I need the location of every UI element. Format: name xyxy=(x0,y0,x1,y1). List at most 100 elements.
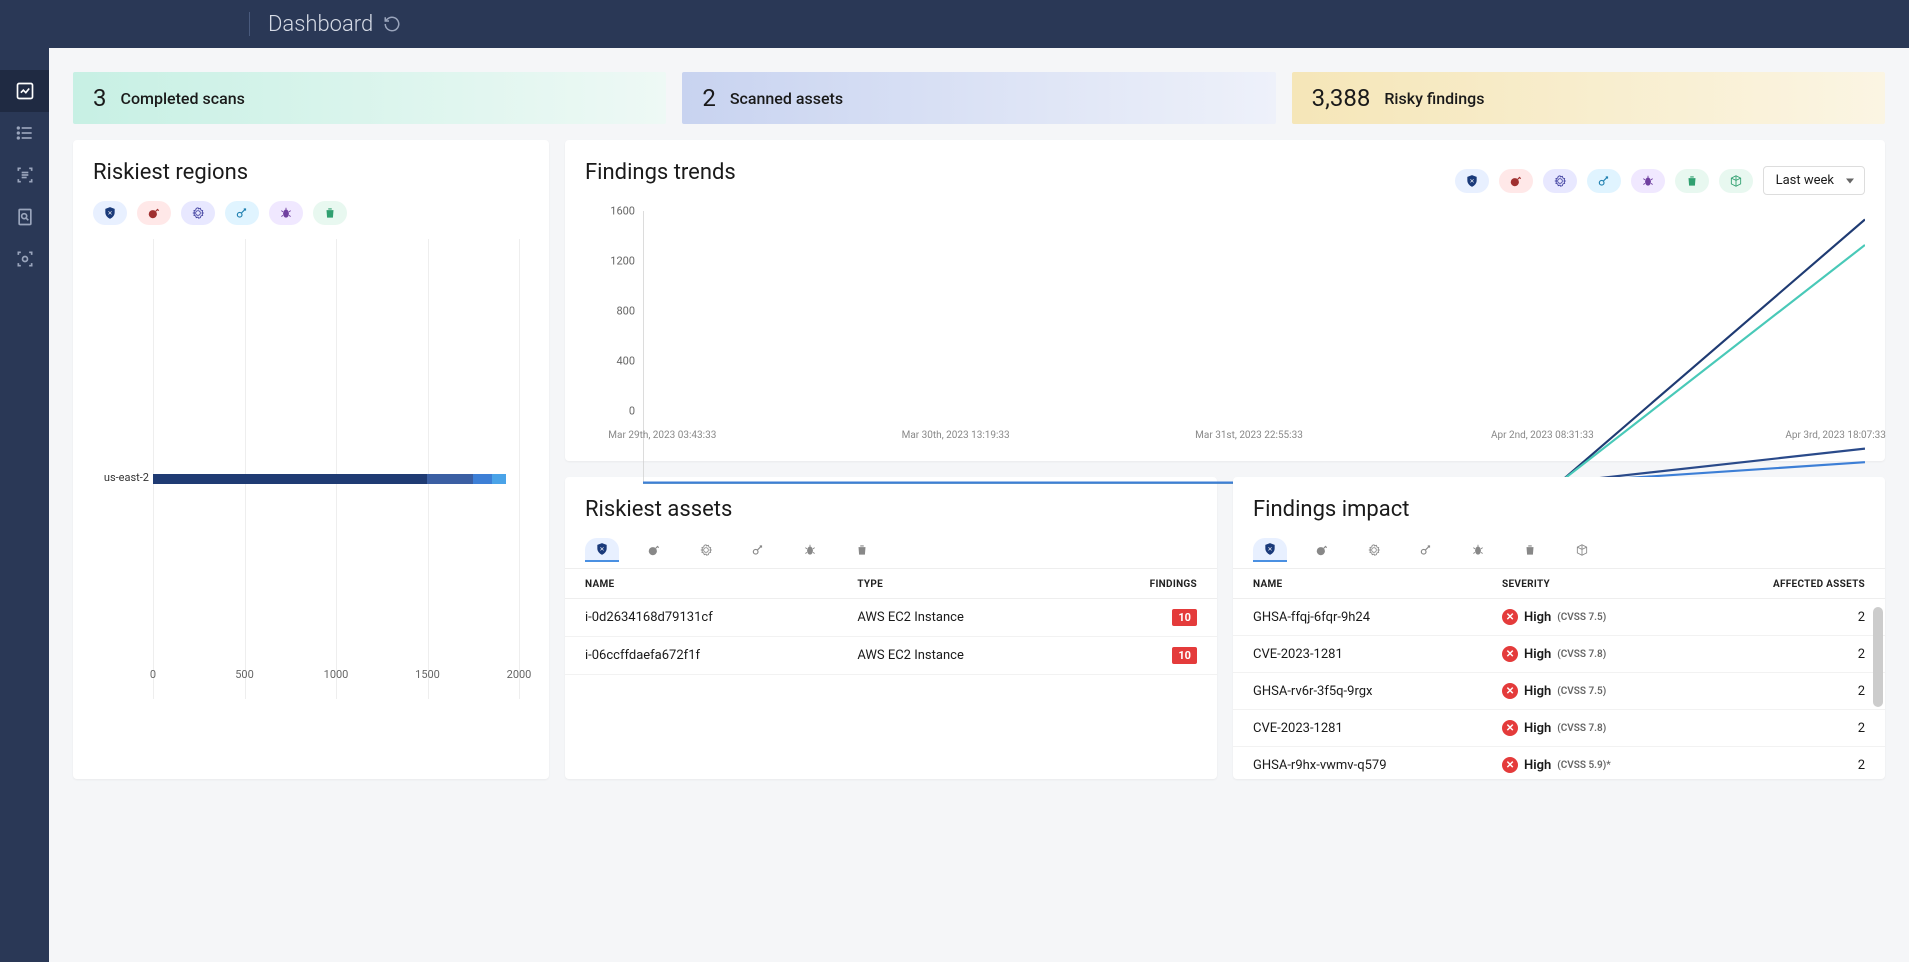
trash-icon[interactable] xyxy=(1513,538,1547,562)
region-filter-row: ✕ xyxy=(93,201,529,225)
stat-label: Completed scans xyxy=(121,89,245,108)
severity-icon: ✕ xyxy=(1502,720,1518,736)
table-header: SEVERITY xyxy=(1482,569,1695,599)
key-icon[interactable] xyxy=(225,201,259,225)
finding-name: GHSA-ffqj-6fqr-9h24 xyxy=(1233,599,1482,636)
panel-title: Findings impact xyxy=(1233,497,1885,522)
gear-icon[interactable] xyxy=(181,201,215,225)
trash-icon[interactable] xyxy=(845,538,879,562)
table-row[interactable]: GHSA-ffqj-6fqr-9h24✕High (CVSS 7.5)2 xyxy=(1233,599,1885,636)
finding-name: GHSA-r9hx-vwmv-q579 xyxy=(1233,747,1482,780)
panel-title: Riskiest regions xyxy=(93,160,529,185)
panel-findings-impact: Findings impact ✕ NAMESEVERITYAFFECTED A… xyxy=(1233,477,1885,779)
panel-riskiest-regions: Riskiest regions ✕ 0500100015002000us-ea… xyxy=(73,140,549,779)
bomb-icon[interactable] xyxy=(1499,169,1533,193)
asset-type: AWS EC2 Instance xyxy=(837,637,1075,675)
refresh-icon[interactable] xyxy=(383,15,401,33)
key-icon[interactable] xyxy=(741,538,775,562)
shield-icon[interactable]: ✕ xyxy=(585,538,619,562)
stat-risky-findings[interactable]: 3,388 Risky findings xyxy=(1292,72,1885,124)
table-header: NAME xyxy=(1233,569,1482,599)
trash-icon[interactable] xyxy=(313,201,347,225)
asset-type: AWS EC2 Instance xyxy=(837,599,1075,637)
cube-icon[interactable] xyxy=(1719,169,1753,193)
assets-table: NAMETYPEFINDINGS i-0d2634168d79131cfAWS … xyxy=(565,569,1217,675)
x-axis-tick: 1500 xyxy=(415,668,440,681)
affected-assets: 2 xyxy=(1695,673,1885,710)
gear-icon[interactable] xyxy=(1357,538,1391,562)
table-header: NAME xyxy=(565,569,837,599)
sidebar-item-search-doc[interactable] xyxy=(0,196,49,238)
sidebar-item-scan[interactable] xyxy=(0,238,49,280)
gear-icon[interactable] xyxy=(689,538,723,562)
finding-name: CVE-2023-1281 xyxy=(1233,710,1482,747)
shield-icon[interactable]: ✕ xyxy=(1253,538,1287,562)
stat-value: 2 xyxy=(702,84,716,112)
panel-findings-trends: Findings trends ✕ Last week 040080012001… xyxy=(565,140,1885,461)
y-axis-tick: 0 xyxy=(585,405,635,418)
region-bar[interactable] xyxy=(153,474,506,484)
affected-assets: 2 xyxy=(1695,599,1885,636)
severity-icon: ✕ xyxy=(1502,683,1518,699)
page-title: Dashboard xyxy=(268,12,373,37)
stat-label: Risky findings xyxy=(1384,89,1484,108)
topbar-divider xyxy=(249,12,250,36)
y-axis-tick: 400 xyxy=(585,355,635,368)
trends-chart: 040080012001600 Mar 29th, 2023 03:43:33M… xyxy=(585,211,1865,441)
sidebar-item-dashboard[interactable] xyxy=(0,70,49,112)
table-row[interactable]: i-06ccffdaefa672f1fAWS EC2 Instance10 xyxy=(565,637,1217,675)
finding-severity: ✕High (CVSS 5.9)* xyxy=(1482,747,1695,780)
sidebar-item-target[interactable] xyxy=(0,154,49,196)
gear-icon[interactable] xyxy=(1543,169,1577,193)
table-row[interactable]: CVE-2023-1281✕High (CVSS 7.8)2 xyxy=(1233,636,1885,673)
bug-icon[interactable] xyxy=(1461,538,1495,562)
stat-value: 3 xyxy=(93,84,107,112)
x-axis-tick: Mar 29th, 2023 03:43:33 xyxy=(608,430,716,441)
table-row[interactable]: GHSA-r9hx-vwmv-q579✕High (CVSS 5.9)*2 xyxy=(1233,747,1885,780)
regions-chart: 0500100015002000us-east-2 xyxy=(93,239,529,739)
x-axis-tick: Mar 30th, 2023 13:19:33 xyxy=(902,430,1010,441)
x-axis-tick: Apr 3rd, 2023 18:07:33 xyxy=(1785,430,1886,441)
table-row[interactable]: GHSA-rv6r-3f5q-9rgx✕High (CVSS 7.5)2 xyxy=(1233,673,1885,710)
stat-scanned-assets[interactable]: 2 Scanned assets xyxy=(682,72,1275,124)
x-axis-tick: 2000 xyxy=(507,668,532,681)
panel-title: Findings trends xyxy=(585,160,736,185)
shield-icon[interactable]: ✕ xyxy=(1455,169,1489,193)
cube-icon[interactable] xyxy=(1565,538,1599,562)
svg-text:✕: ✕ xyxy=(1469,178,1474,184)
bug-icon[interactable] xyxy=(269,201,303,225)
affected-assets: 2 xyxy=(1695,747,1885,780)
stat-completed-scans[interactable]: 3 Completed scans xyxy=(73,72,666,124)
table-row[interactable]: i-0d2634168d79131cfAWS EC2 Instance10 xyxy=(565,599,1217,637)
finding-name: CVE-2023-1281 xyxy=(1233,636,1482,673)
topbar: Dashboard xyxy=(49,0,1909,48)
time-range-label: Last week xyxy=(1776,173,1834,188)
asset-name: i-0d2634168d79131cf xyxy=(565,599,837,637)
bomb-icon[interactable] xyxy=(137,201,171,225)
finding-severity: ✕High (CVSS 7.5) xyxy=(1482,673,1695,710)
impact-table: NAMESEVERITYAFFECTED ASSETS GHSA-ffqj-6f… xyxy=(1233,569,1885,779)
impact-scrollbar[interactable] xyxy=(1873,607,1883,707)
stat-label: Scanned assets xyxy=(730,89,843,108)
table-header: AFFECTED ASSETS xyxy=(1695,569,1885,599)
finding-severity: ✕High (CVSS 7.8) xyxy=(1482,710,1695,747)
sidebar xyxy=(0,0,49,962)
severity-icon: ✕ xyxy=(1502,609,1518,625)
table-header: FINDINGS xyxy=(1075,569,1217,599)
sidebar-item-list[interactable] xyxy=(0,112,49,154)
y-axis-tick: 1200 xyxy=(585,255,635,268)
trash-icon[interactable] xyxy=(1675,169,1709,193)
bomb-icon[interactable] xyxy=(637,538,671,562)
shield-icon[interactable]: ✕ xyxy=(93,201,127,225)
svg-text:✕: ✕ xyxy=(600,547,605,553)
bomb-icon[interactable] xyxy=(1305,538,1339,562)
time-range-select[interactable]: Last week xyxy=(1763,166,1865,195)
bug-icon[interactable] xyxy=(1631,169,1665,193)
region-label: us-east-2 xyxy=(97,471,149,484)
table-row[interactable]: CVE-2023-1281✕High (CVSS 7.8)2 xyxy=(1233,710,1885,747)
affected-assets: 2 xyxy=(1695,710,1885,747)
bug-icon[interactable] xyxy=(793,538,827,562)
key-icon[interactable] xyxy=(1587,169,1621,193)
key-icon[interactable] xyxy=(1409,538,1443,562)
x-axis-tick: Mar 31st, 2023 22:55:33 xyxy=(1195,430,1303,441)
